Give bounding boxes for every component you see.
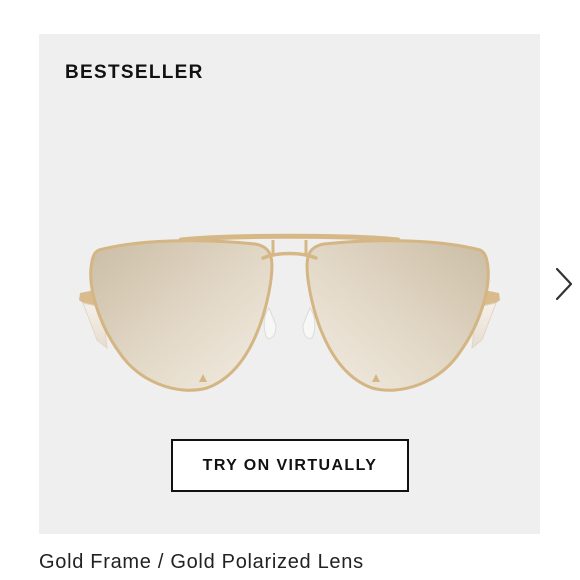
product-page: BESTSELLER TRY ON VIRTUALLY Gold Frame /… [0, 0, 580, 580]
product-card[interactable]: BESTSELLER TRY ON VIRTUALLY [39, 34, 540, 534]
bestseller-badge: BESTSELLER [65, 62, 204, 83]
try-on-virtually-button[interactable]: TRY ON VIRTUALLY [171, 439, 409, 492]
chevron-right-icon[interactable] [550, 263, 578, 305]
product-variant-caption: Gold Frame / Gold Polarized Lens [39, 551, 364, 573]
sunglasses-image[interactable] [77, 230, 502, 430]
